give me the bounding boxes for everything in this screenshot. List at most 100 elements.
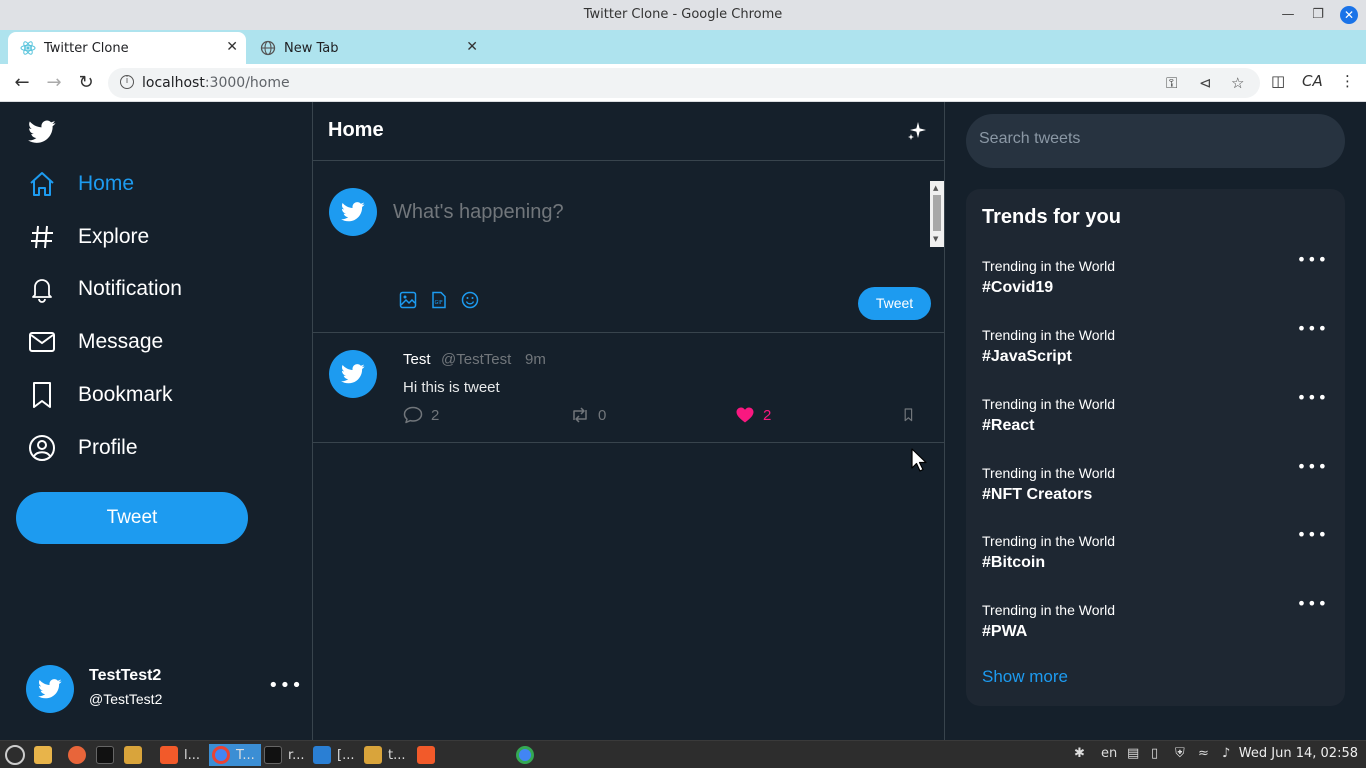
compose-tools: GIF: [399, 291, 492, 309]
start-menu-button[interactable]: [5, 744, 25, 766]
firefox-launcher[interactable]: [68, 744, 86, 766]
account-switcher[interactable]: TestTest2 @TestTest2 •••: [26, 665, 302, 715]
address-bar[interactable]: i localhost:3000/home ⚿ ⊲ ☆: [108, 68, 1260, 98]
back-button[interactable]: ←: [11, 72, 33, 94]
keyboard-layout[interactable]: en: [1101, 746, 1117, 761]
maximize-button[interactable]: ❐: [1309, 6, 1327, 24]
search-box[interactable]: [966, 114, 1345, 168]
shield-icon[interactable]: ⛨: [1175, 746, 1185, 761]
trend-context: Trending in the World: [982, 602, 1116, 618]
files-launcher[interactable]: [34, 744, 52, 766]
minimize-button[interactable]: —: [1279, 6, 1297, 24]
search-input[interactable]: [979, 130, 1319, 148]
sidebar-item-message[interactable]: Message: [28, 322, 163, 362]
sidebar-item-explore[interactable]: Explore: [28, 217, 149, 257]
taskbar-app-chrome[interactable]: T...: [209, 744, 261, 766]
scrollbar-thumb[interactable]: [933, 195, 941, 231]
taskbar-app-vscode[interactable]: [...: [313, 744, 354, 766]
trend-item[interactable]: Trending in the World #Bitcoin •••: [982, 525, 1332, 583]
globe-icon: [260, 40, 276, 56]
sidebar-item-home[interactable]: Home: [28, 164, 134, 204]
wifi-icon[interactable]: ≈: [1198, 746, 1209, 761]
share-icon[interactable]: ⊲: [1199, 74, 1212, 92]
folder-launcher[interactable]: [124, 744, 142, 766]
taskbar-app-chrome-2[interactable]: [516, 744, 534, 766]
more-icon[interactable]: •••: [1297, 525, 1328, 544]
trend-tag: #Covid19: [982, 279, 1054, 296]
terminal-launcher[interactable]: [96, 744, 114, 766]
tab-close-icon[interactable]: ✕: [226, 39, 238, 55]
trend-tag: #JavaScript: [982, 348, 1072, 365]
trend-item[interactable]: Trending in the World #Covid19 •••: [982, 250, 1332, 308]
tweet-time: 9m: [525, 351, 546, 368]
sidebar-item-label: Notification: [78, 277, 182, 300]
composer-scrollbar[interactable]: ▲ ▼: [930, 181, 944, 247]
taskbar-app-label: [...: [337, 747, 355, 763]
feed-header: Home: [313, 102, 944, 161]
side-panel-icon[interactable]: ◫: [1271, 72, 1285, 90]
tab-close-icon[interactable]: ✕: [466, 39, 478, 55]
key-icon[interactable]: ⚿: [1166, 74, 1177, 92]
profile-icon[interactable]: CA: [1302, 72, 1323, 90]
more-icon[interactable]: •••: [1297, 594, 1328, 613]
sidebar-item-bookmark[interactable]: Bookmark: [28, 375, 173, 415]
more-icon[interactable]: •••: [1297, 250, 1328, 269]
image-icon[interactable]: [399, 291, 417, 309]
taskbar-app-files[interactable]: t...: [364, 744, 406, 766]
clock[interactable]: Wed Jun 14, 02:58: [1239, 746, 1358, 761]
clipboard-icon[interactable]: ▤: [1127, 746, 1139, 761]
more-icon[interactable]: •••: [268, 675, 303, 696]
sparkle-icon[interactable]: [907, 121, 927, 141]
trend-item[interactable]: Trending in the World #PWA •••: [982, 594, 1332, 652]
profile-handle: @TestTest2: [89, 691, 163, 707]
gif-icon[interactable]: GIF: [430, 291, 448, 309]
tab-new-tab[interactable]: New Tab ✕: [248, 32, 486, 64]
more-icon[interactable]: •••: [1297, 319, 1328, 338]
taskbar-app-brave[interactable]: l...: [160, 744, 200, 766]
trend-item[interactable]: Trending in the World #NFT Creators •••: [982, 457, 1332, 515]
tweet-author-name[interactable]: Test: [403, 351, 431, 368]
avatar[interactable]: [329, 350, 377, 398]
site-info-icon[interactable]: i: [120, 75, 134, 89]
menu-icon[interactable]: ⋮: [1340, 72, 1355, 90]
window-title: Twitter Clone - Google Chrome: [583, 7, 783, 22]
trend-tag: #Bitcoin: [982, 554, 1046, 571]
forward-button[interactable]: →: [43, 72, 65, 94]
scroll-up-icon[interactable]: ▲: [933, 184, 938, 192]
mail-icon: [29, 332, 55, 352]
taskbar-app-terminal[interactable]: r...: [264, 744, 305, 766]
retweet-button[interactable]: 0: [570, 406, 606, 424]
tab-label: Twitter Clone: [44, 41, 129, 56]
twitter-logo-icon[interactable]: [28, 120, 56, 144]
scroll-down-icon[interactable]: ▼: [933, 235, 938, 243]
trend-item[interactable]: Trending in the World #JavaScript •••: [982, 319, 1332, 377]
hashtag-icon: [31, 225, 53, 249]
battery-icon[interactable]: ▯: [1151, 746, 1158, 761]
tweet-author-handle: @TestTest: [441, 351, 512, 368]
bookmark-button[interactable]: [902, 406, 918, 424]
show-more-link[interactable]: Show more: [982, 667, 1068, 687]
like-button[interactable]: 2: [735, 406, 771, 424]
sidebar-item-profile[interactable]: Profile: [28, 428, 138, 468]
tab-strip: Twitter Clone ✕ New Tab ✕ + ⌄: [0, 30, 1366, 90]
sidebar-item-notification[interactable]: Notification: [28, 269, 182, 309]
star-icon[interactable]: ☆: [1231, 74, 1244, 92]
emoji-icon[interactable]: [461, 291, 479, 309]
reload-button[interactable]: ↻: [75, 72, 97, 94]
compose-textarea[interactable]: What's happening?: [393, 201, 564, 224]
more-icon[interactable]: •••: [1297, 388, 1328, 407]
compose-tweet-button[interactable]: Tweet: [858, 287, 931, 320]
reply-button[interactable]: 2: [403, 406, 439, 424]
taskbar-app-brave-2[interactable]: [417, 744, 435, 766]
close-window-button[interactable]: ✕: [1340, 6, 1358, 24]
twitter-bird-icon: [341, 364, 365, 384]
bluetooth-icon[interactable]: ✱: [1074, 746, 1085, 761]
url-text[interactable]: localhost:3000/home: [142, 75, 290, 91]
more-icon[interactable]: •••: [1297, 457, 1328, 476]
tweet-button[interactable]: Tweet: [16, 492, 248, 544]
tab-twitter-clone[interactable]: Twitter Clone ✕: [8, 32, 246, 64]
volume-icon[interactable]: ♪: [1222, 746, 1230, 761]
url-host: localhost: [142, 75, 205, 91]
tweet-item[interactable]: Test @TestTest 9m Hi this is tweet 2 0 2: [313, 333, 944, 443]
trend-item[interactable]: Trending in the World #React •••: [982, 388, 1332, 446]
